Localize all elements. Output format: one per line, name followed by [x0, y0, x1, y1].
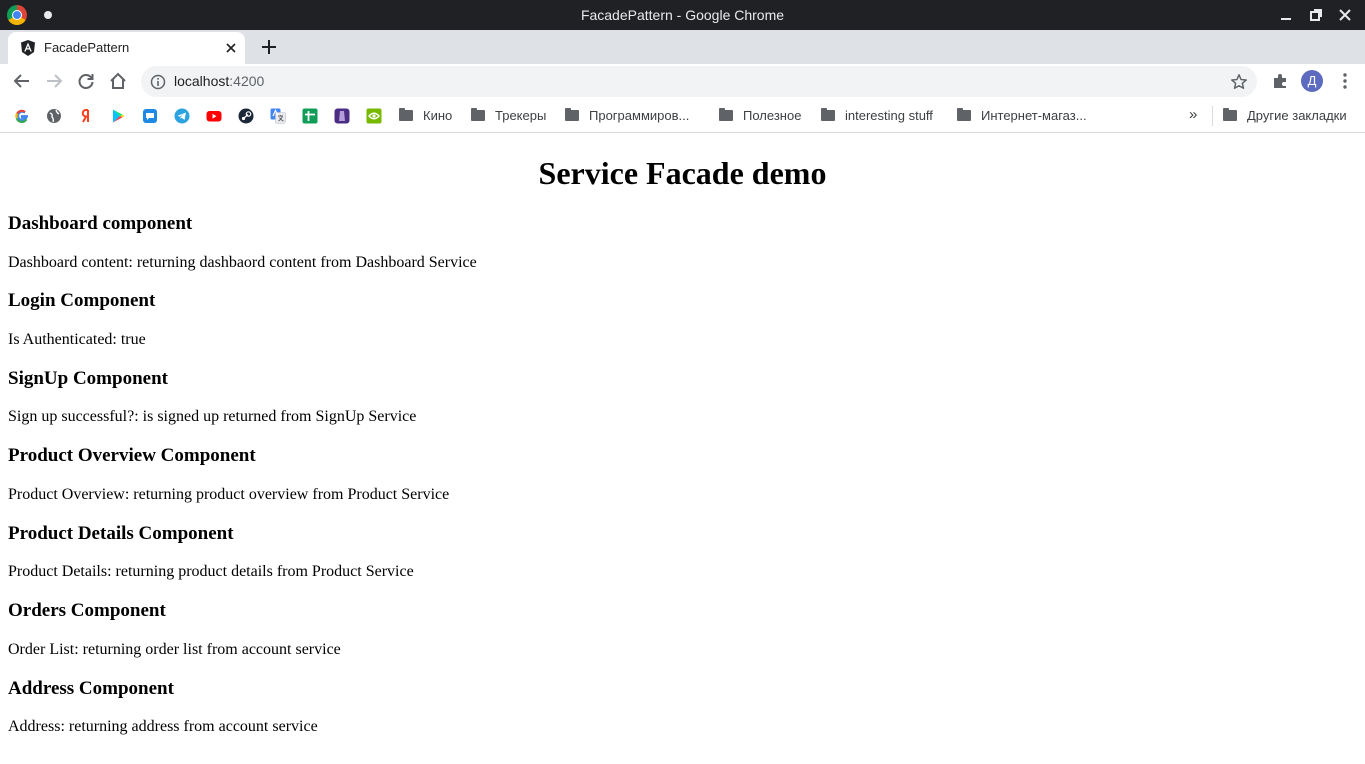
- bookmark-folder-label: interesting stuff: [845, 108, 933, 123]
- section-heading-dashboard: Dashboard component: [8, 213, 193, 234]
- bookmark-folder-label: Полезное: [743, 108, 802, 123]
- nvidia-icon[interactable]: [366, 108, 382, 124]
- sheets-icon[interactable]: [302, 108, 318, 124]
- bookmark-folder-trackers[interactable]: Трекеры: [471, 108, 546, 124]
- folder-icon: [565, 108, 579, 121]
- url-port: :4200: [229, 73, 265, 89]
- tab-facadepattern[interactable]: FacadePattern: [8, 32, 245, 64]
- extensions-icon[interactable]: [1270, 71, 1290, 91]
- home-icon[interactable]: [108, 71, 128, 91]
- section-heading-product-details: Product Details Component: [8, 523, 234, 544]
- bookmark-folder-useful[interactable]: Полезное: [719, 108, 801, 124]
- section-heading-login: Login Component: [8, 290, 156, 311]
- section-heading-orders: Orders Component: [8, 600, 166, 621]
- globe-icon[interactable]: [46, 108, 62, 124]
- folder-icon: [957, 108, 971, 121]
- page-content: Service Facade demo Dashboard component …: [0, 133, 1365, 763]
- close-window-icon[interactable]: [1334, 4, 1356, 26]
- bookmark-star-icon[interactable]: [1230, 73, 1248, 91]
- bookmark-folder-label: Программиров...: [589, 108, 690, 123]
- folder-icon: [1223, 108, 1237, 121]
- minimize-icon[interactable]: [1275, 4, 1297, 26]
- back-icon[interactable]: [12, 71, 32, 91]
- more-bookmarks-chevron-icon[interactable]: »: [1189, 106, 1197, 123]
- bookmark-folder-programming[interactable]: Программиров...: [565, 108, 689, 124]
- folder-icon: [399, 108, 413, 121]
- section-heading-address: Address Component: [8, 678, 174, 699]
- telegram-icon[interactable]: [174, 108, 190, 124]
- menu-kebab-icon[interactable]: [1335, 71, 1355, 91]
- section-text-orders: Order List: returning order list from ac…: [8, 641, 341, 658]
- bookmark-folder-label: Кино: [423, 108, 453, 123]
- section-heading-signup: SignUp Component: [8, 368, 168, 389]
- angular-icon: [21, 40, 35, 56]
- bookmarks-bar: Кино Трекеры Программиров... Полезное in…: [0, 98, 1365, 133]
- bookmarks-divider: [1212, 106, 1213, 126]
- section-text-address: Address: returning address from account …: [8, 718, 318, 735]
- profile-avatar[interactable]: Д: [1301, 70, 1323, 92]
- section-text-product-overview: Product Overview: returning product over…: [8, 486, 450, 503]
- bookmark-folder-online-shops[interactable]: Интернет-магаз...: [957, 108, 1087, 124]
- restore-icon[interactable]: [1305, 4, 1327, 26]
- play-store-icon[interactable]: [110, 108, 126, 124]
- bookmark-folder-label: Интернет-магаз...: [981, 108, 1087, 123]
- browser-toolbar: localhost:4200 Д: [0, 64, 1365, 98]
- chat-icon[interactable]: [142, 108, 158, 124]
- folder-icon: [471, 108, 485, 121]
- section-text-product-details: Product Details: returning product detai…: [8, 563, 414, 580]
- youtube-icon[interactable]: [206, 108, 222, 124]
- info-icon[interactable]: [150, 74, 166, 90]
- steam-icon[interactable]: [238, 108, 254, 124]
- reload-icon[interactable]: [76, 71, 96, 91]
- tab-title: FacadePattern: [44, 40, 130, 55]
- section-heading-product-overview: Product Overview Component: [8, 445, 256, 466]
- translate-icon[interactable]: [270, 108, 286, 124]
- page-title: Service Facade demo: [538, 155, 827, 191]
- bookmark-folder-interesting-stuff[interactable]: interesting stuff: [821, 108, 933, 124]
- folder-icon: [821, 108, 835, 121]
- forward-icon[interactable]: [44, 71, 64, 91]
- google-icon[interactable]: [14, 108, 30, 124]
- app-icon[interactable]: [334, 108, 350, 124]
- yandex-icon[interactable]: [78, 108, 94, 124]
- bookmark-folder-label: Трекеры: [495, 108, 547, 123]
- section-text-signup: Sign up successful?: is signed up return…: [8, 408, 417, 425]
- url-text[interactable]: localhost:4200: [174, 73, 264, 89]
- close-tab-icon[interactable]: [224, 41, 238, 55]
- section-text-dashboard: Dashboard content: returning dashbaord c…: [8, 254, 477, 271]
- other-bookmarks-label: Другие закладки: [1247, 108, 1347, 123]
- folder-icon: [719, 108, 733, 121]
- window-titlebar: FacadePattern - Google Chrome: [0, 0, 1365, 30]
- address-bar[interactable]: localhost:4200: [141, 66, 1257, 97]
- tab-strip: FacadePattern: [0, 30, 1365, 64]
- section-text-login: Is Authenticated: true: [8, 331, 146, 348]
- url-host: localhost: [174, 73, 230, 89]
- window-title: FacadePattern - Google Chrome: [580, 7, 785, 23]
- new-tab-icon[interactable]: [259, 37, 279, 57]
- other-bookmarks-folder[interactable]: Другие закладки: [1223, 108, 1347, 124]
- bookmark-folder-kino[interactable]: Кино: [399, 108, 452, 124]
